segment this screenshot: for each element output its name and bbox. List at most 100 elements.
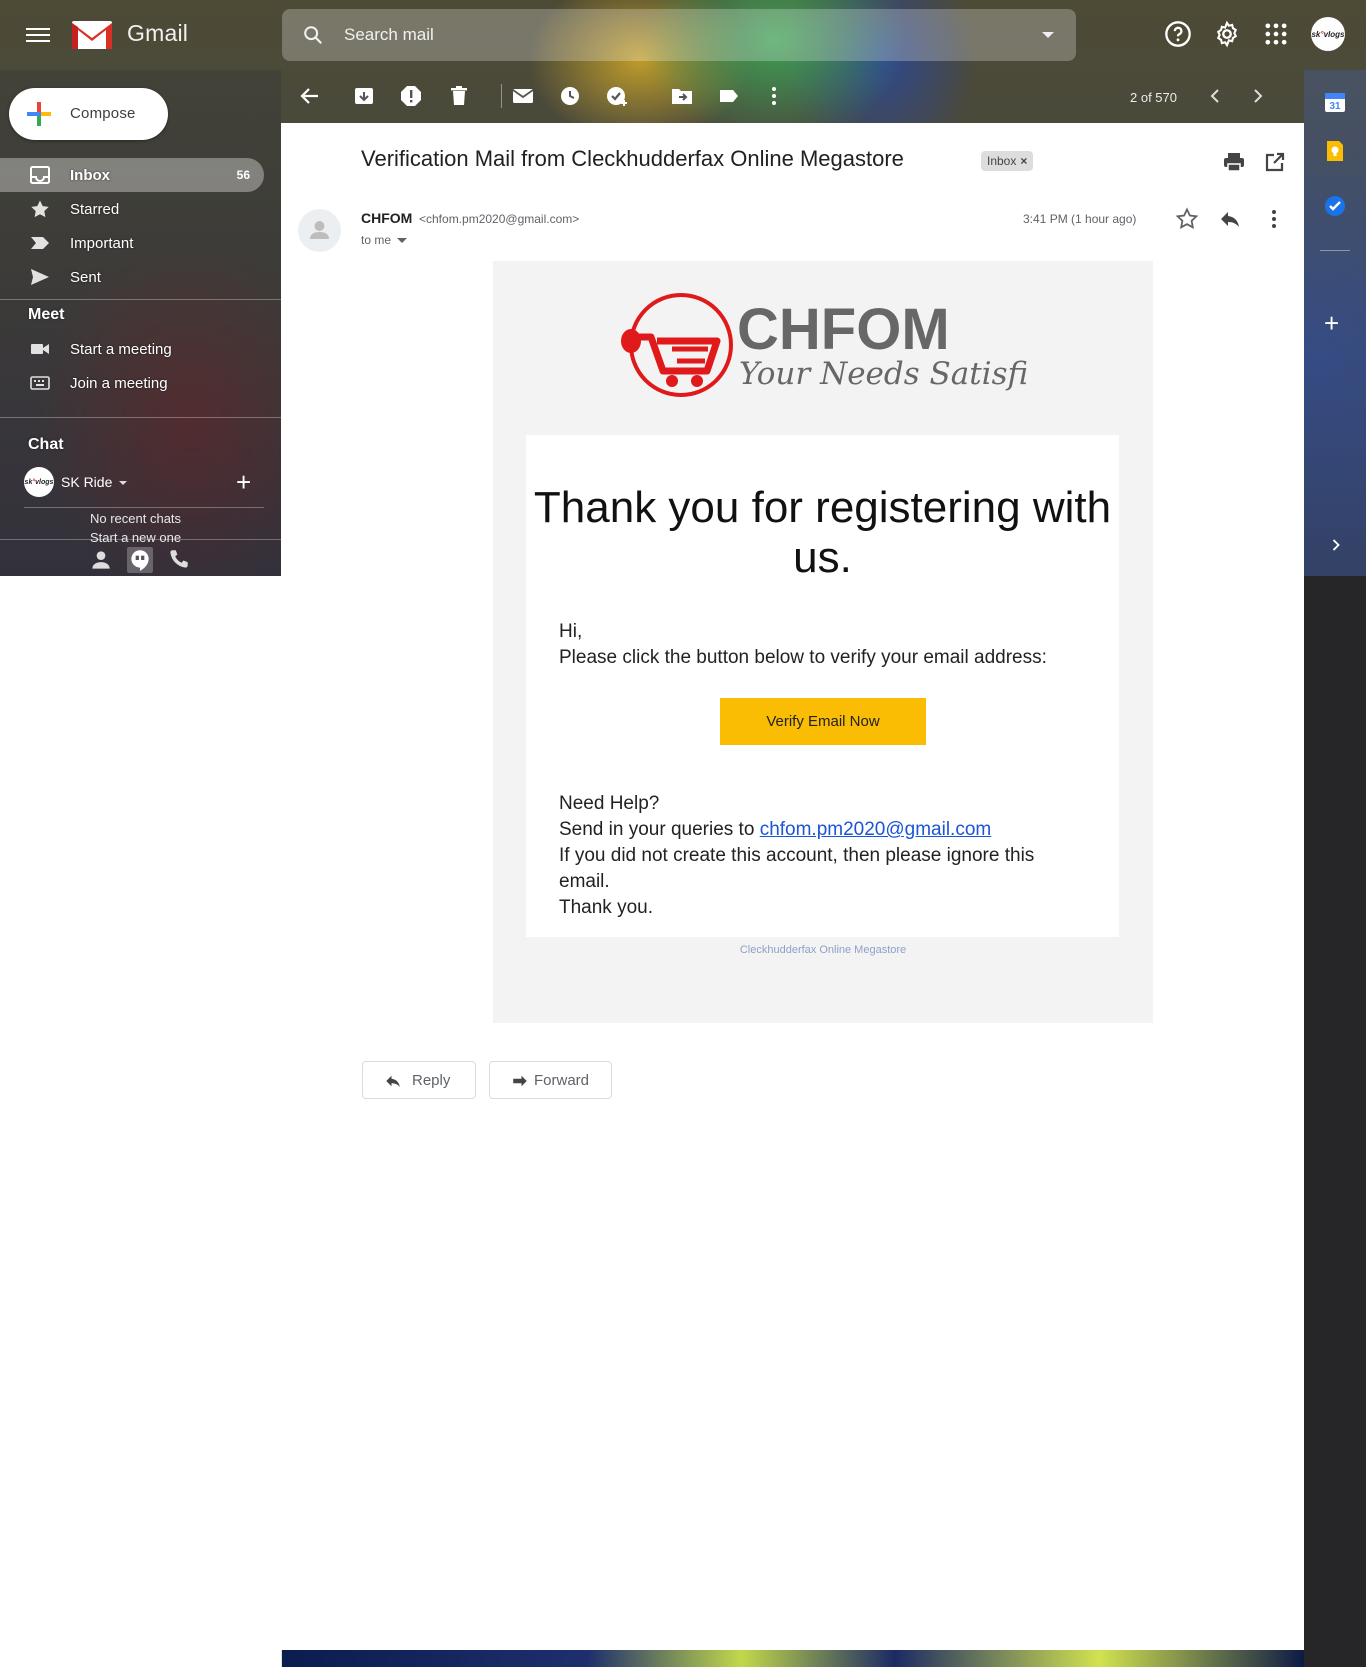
recipient-details-toggle[interactable]: to me: [361, 233, 408, 247]
newer-chevron-left-icon[interactable]: [1203, 84, 1227, 108]
remove-label-icon[interactable]: ×: [1020, 154, 1027, 168]
avatar-text: sk°vlogs: [1311, 29, 1345, 39]
star-message-icon[interactable]: [1175, 207, 1199, 231]
nav-item-important[interactable]: Important: [0, 226, 264, 260]
print-icon[interactable]: [1222, 150, 1246, 174]
start-new-chat-link[interactable]: Start a new one: [90, 530, 181, 542]
help-icon[interactable]: [1164, 20, 1192, 48]
greeting-text: Hi,: [559, 621, 583, 642]
email-heading: Thank you for registering with us.: [533, 483, 1112, 582]
account-avatar[interactable]: sk°vlogs: [1311, 17, 1345, 51]
meet-heading: Meet: [28, 306, 65, 323]
email-body-card: CHFOM Your Needs Satisfied Thank you for…: [493, 261, 1153, 1023]
queries-line: Send in your queries to chfom.pm2020@gma…: [559, 819, 992, 840]
divider: [0, 539, 281, 540]
apps-grid-icon[interactable]: [1262, 20, 1290, 48]
forward-icon: [513, 1075, 527, 1087]
theme-background-strip: [281, 1650, 1304, 1667]
open-in-new-window-icon[interactable]: [1263, 150, 1287, 174]
nav-item-label: Starred: [70, 201, 120, 218]
chat-user-status[interactable]: sk°vlogs SK Ride: [24, 465, 254, 499]
left-lower-blank: [0, 576, 281, 1667]
hangouts-tab-icon[interactable]: [127, 547, 153, 573]
compose-label: Compose: [70, 105, 136, 122]
chat-user-avatar: sk°vlogs: [24, 467, 54, 497]
verify-email-button[interactable]: Verify Email Now: [720, 698, 926, 745]
compose-button[interactable]: Compose: [9, 88, 168, 140]
move-to-folder-icon[interactable]: [670, 84, 694, 108]
logo-title: CHFOM: [737, 297, 950, 362]
divider: [0, 417, 281, 418]
important-icon: [31, 237, 49, 249]
compose-plus-icon: [27, 102, 51, 126]
label-chip-text: Inbox: [987, 154, 1017, 168]
thanks-line: Thank you.: [559, 897, 653, 918]
nav-item-starred[interactable]: Starred: [0, 192, 264, 226]
divider: [1320, 250, 1350, 251]
contacts-tab-icon[interactable]: [88, 547, 114, 573]
logo-tagline: Your Needs Satisfied: [739, 356, 1027, 392]
more-vertical-icon[interactable]: [762, 84, 786, 108]
top-bar: Gmail Search mail sk°vlogs: [0, 0, 1366, 70]
back-arrow-icon[interactable]: [298, 84, 322, 108]
reply-icon: [386, 1075, 400, 1087]
archive-icon[interactable]: [352, 84, 376, 108]
show-side-panel-chevron-icon[interactable]: [1326, 535, 1346, 555]
forward-button[interactable]: Forward: [489, 1061, 612, 1099]
reply-icon[interactable]: [1218, 207, 1242, 231]
gmail-logo-icon[interactable]: [71, 18, 113, 50]
ignore-notice: If you did not create this account, then…: [559, 845, 1035, 892]
meet-item-label: Start a meeting: [70, 341, 172, 358]
send-icon: [31, 269, 49, 285]
video-icon: [31, 344, 49, 354]
no-recent-chats-text: No recent chats: [90, 511, 182, 526]
instruction-text: Please click the button below to verify …: [559, 647, 1047, 668]
email-content-box: Thank you for registering with us. Hi, P…: [526, 435, 1119, 937]
search-input[interactable]: Search mail: [282, 9, 1076, 61]
phone-tab-icon[interactable]: [166, 547, 192, 573]
divider: [0, 299, 281, 300]
main-menu-icon[interactable]: [26, 24, 50, 44]
divider: [24, 507, 264, 508]
tasks-icon[interactable]: [1323, 194, 1347, 218]
join-meeting-item[interactable]: Join a meeting: [0, 366, 264, 400]
add-to-tasks-icon[interactable]: [605, 84, 629, 108]
keyboard-icon: [30, 376, 50, 390]
get-addons-plus-icon[interactable]: +: [1324, 310, 1339, 336]
inbox-label-chip[interactable]: Inbox ×: [981, 151, 1034, 171]
default-person-icon: [310, 221, 329, 239]
sender-name[interactable]: CHFOM: [361, 210, 412, 226]
help-heading: Need Help?: [559, 793, 660, 814]
message-timestamp: 3:41 PM (1 hour ago): [1023, 212, 1137, 226]
search-options-icon[interactable]: [1042, 32, 1054, 38]
label-icon[interactable]: [717, 84, 741, 108]
left-navigation: Compose Inbox 56 Starred Important Sent …: [0, 70, 281, 576]
search-icon[interactable]: [302, 24, 324, 46]
snooze-clock-icon[interactable]: [558, 84, 582, 108]
keep-icon[interactable]: [1323, 139, 1347, 163]
chevron-down-icon: [397, 238, 408, 244]
settings-gear-icon[interactable]: [1213, 20, 1241, 48]
calendar-icon[interactable]: 31: [1323, 90, 1347, 114]
svg-text:31: 31: [1329, 101, 1341, 112]
chat-heading: Chat: [28, 436, 64, 453]
reply-button[interactable]: Reply: [362, 1061, 476, 1099]
support-email-link[interactable]: chfom.pm2020@gmail.com: [760, 819, 992, 840]
more-options-icon[interactable]: [1262, 207, 1286, 231]
nav-item-inbox[interactable]: Inbox 56: [0, 158, 264, 192]
start-meeting-item[interactable]: Start a meeting: [0, 332, 264, 366]
new-chat-plus-icon[interactable]: +: [236, 469, 251, 495]
toolbar-separator: [501, 84, 502, 108]
report-spam-icon[interactable]: [399, 84, 423, 108]
chevron-down-icon[interactable]: [119, 481, 127, 485]
inbox-icon: [30, 166, 50, 184]
sender-avatar[interactable]: [298, 209, 341, 252]
recipient-text: to me: [361, 233, 392, 247]
nav-item-sent[interactable]: Sent: [0, 260, 264, 294]
meet-item-label: Join a meeting: [70, 375, 168, 392]
chat-user-name[interactable]: SK Ride: [61, 474, 112, 490]
mark-unread-icon[interactable]: [511, 84, 535, 108]
older-chevron-right-icon[interactable]: [1246, 84, 1270, 108]
delete-icon[interactable]: [447, 84, 471, 108]
app-name: Gmail: [127, 20, 189, 46]
